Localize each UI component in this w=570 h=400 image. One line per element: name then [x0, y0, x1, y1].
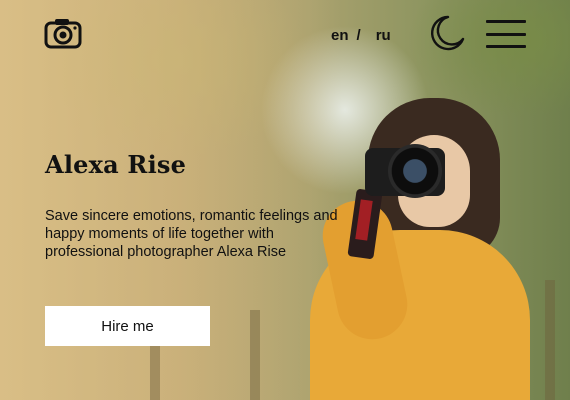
- menu-line: [486, 32, 526, 36]
- language-switcher: en / ru: [331, 25, 391, 45]
- top-navigation: en / ru: [0, 0, 570, 68]
- camera-icon[interactable]: [44, 17, 82, 49]
- lang-en-link[interactable]: en: [331, 27, 349, 44]
- hero-title: Alexa Rise: [45, 150, 187, 179]
- lang-ru-link[interactable]: ru: [376, 27, 391, 44]
- hero-description: Save sincere emotions, romantic feelings…: [45, 208, 338, 260]
- lang-separator: /: [356, 26, 361, 44]
- tree-trunk: [545, 280, 555, 400]
- moon-icon[interactable]: [428, 14, 466, 52]
- hero-content: Alexa Rise Save sincere emotions, romant…: [45, 150, 365, 261]
- tree-trunk: [250, 310, 260, 400]
- menu-line: [486, 20, 526, 23]
- menu-line: [486, 45, 526, 48]
- camera-lens: [388, 144, 442, 198]
- hire-me-button[interactable]: Hire me: [45, 306, 210, 346]
- hamburger-menu-icon[interactable]: [486, 20, 526, 48]
